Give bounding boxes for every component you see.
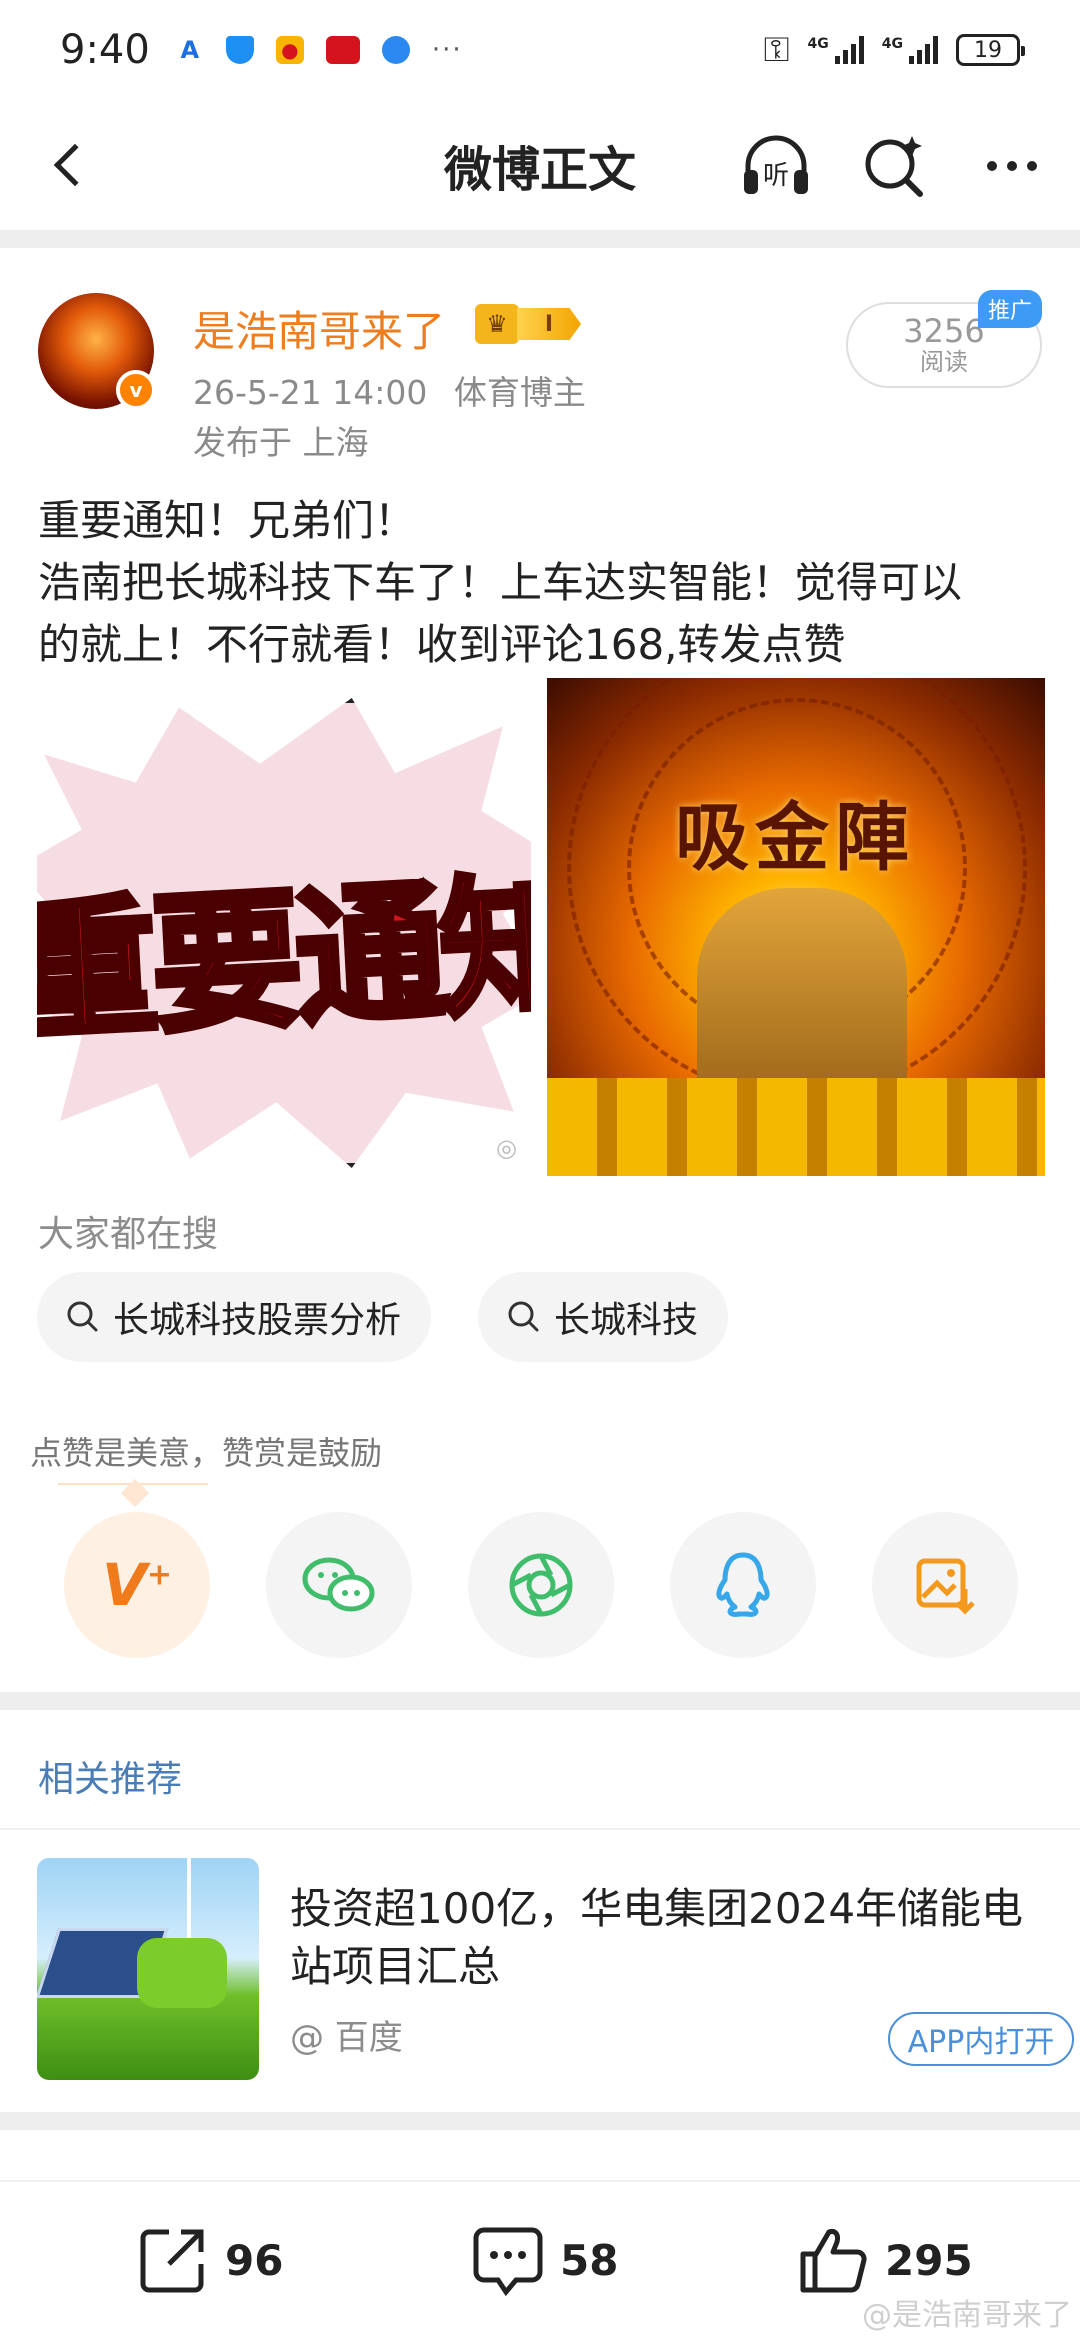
weibo-watermark-icon: ◎ — [496, 1134, 517, 1162]
search-button[interactable] — [856, 128, 932, 204]
open-in-app-button[interactable]: APP内打开 — [888, 2012, 1074, 2066]
system-status: ⚿ 4G 4G 19 — [763, 30, 1025, 70]
related-source: @ 百度 — [290, 2018, 403, 2058]
comment-button[interactable]: 58 — [470, 2222, 618, 2298]
reward-hint: 点赞是美意，赞赏是鼓励 — [30, 1434, 383, 1472]
nav-bar: 微博正文 听 — [0, 100, 1080, 230]
search-icon — [508, 1301, 539, 1332]
clock: 9:40 — [60, 27, 150, 73]
post-line: 的就上！不行就看！收到评论168,转发点赞 — [38, 620, 846, 669]
author-watermark: @是浩南哥来了 — [862, 2298, 1072, 2333]
wind-turbine — [187, 1858, 191, 1948]
battery-icon: 19 — [956, 34, 1025, 66]
search-icon — [67, 1301, 98, 1332]
divider — [0, 1828, 1080, 1830]
repost-count: 96 — [225, 2235, 284, 2285]
thumbs-up-icon — [800, 2229, 867, 2293]
status-bar: 9:40 A ● ··· ⚿ 4G 4G 19 — [0, 0, 1080, 100]
comment-icon — [473, 2227, 543, 2297]
signal-icon-1: 4G — [808, 36, 864, 64]
news-icon — [325, 36, 360, 64]
share-moments-button[interactable] — [468, 1512, 614, 1658]
key-icon: ⚿ — [763, 30, 790, 70]
related-thumbnail[interactable] — [37, 1858, 259, 2080]
post-meta: 26-5-21 14:00 体育博主 — [193, 366, 586, 414]
search-icon — [865, 136, 923, 197]
wechat-icon — [302, 1557, 375, 1612]
nav-actions: 听 — [738, 128, 1050, 204]
back-button[interactable] — [34, 130, 104, 200]
vip-level: I — [517, 308, 581, 340]
section-divider — [0, 1692, 1080, 1710]
shield-icon — [225, 36, 254, 64]
signal-icon-2: 4G — [882, 36, 938, 64]
related-section-title: 相关推荐 — [38, 1759, 183, 1800]
search-chip[interactable]: 长城科技 — [478, 1272, 729, 1362]
gold-ingots — [547, 1078, 1045, 1176]
post-image-notice[interactable]: 重要通知 — [37, 678, 531, 1176]
vip-badge[interactable]: ♛ I — [475, 303, 589, 345]
post-time: 26-5-21 14:00 — [193, 373, 428, 412]
search-chip-label: 长城科技股票分析 — [113, 1300, 402, 1341]
repost-icon — [140, 2229, 204, 2293]
share-wechat-button[interactable] — [266, 1512, 412, 1658]
save-image-button[interactable] — [872, 1512, 1018, 1658]
like-button[interactable]: 295 — [795, 2222, 973, 2298]
search-chip[interactable]: 长城科技股票分析 — [37, 1272, 432, 1362]
notice-image-text: 重要通知 — [37, 855, 531, 1065]
search-hint: 大家都在搜 — [38, 1214, 219, 1255]
promo-tag: 推广 — [978, 290, 1042, 328]
post-body: 重要通知！兄弟们！ 浩南把长城科技下车了！上车达实智能！觉得可以 的就上！不行就… — [38, 490, 1048, 676]
save-image-icon — [916, 1558, 975, 1615]
read-label: 阅读 — [920, 348, 968, 376]
headphones-icon: 听 — [744, 135, 808, 194]
reward-button[interactable]: V+ — [64, 1512, 210, 1658]
notification-icons: A ● ··· — [176, 35, 463, 65]
post-image-fortune[interactable]: 吸金陣 — [547, 678, 1045, 1176]
share-qq-button[interactable] — [670, 1512, 816, 1658]
related-headline[interactable]: 投资超100亿，华电集团2024年储能电站项目汇总 — [290, 1880, 1060, 1996]
weibo-post-page: 9:40 A ● ··· ⚿ 4G 4G 19 微博正文 听 v 是浩南哥来了 … — [0, 0, 1080, 2340]
comment-count: 58 — [560, 2235, 619, 2285]
more-button[interactable] — [974, 128, 1050, 204]
moments-icon — [509, 1553, 573, 1617]
more-dots-icon — [987, 161, 1037, 171]
section-divider — [0, 230, 1080, 248]
post-line: 浩南把长城科技下车了！上车达实智能！觉得可以 — [38, 558, 963, 607]
page-title: 微博正文 — [443, 142, 636, 198]
post-location: 发布于 上海 — [193, 423, 369, 462]
a-app-icon: A — [180, 36, 200, 64]
weibo-icon: ● — [275, 36, 304, 64]
globe-icon — [381, 36, 410, 64]
back-arrow-icon — [53, 143, 97, 187]
battery-level: 19 — [974, 37, 1002, 63]
qq-icon — [716, 1552, 770, 1617]
author-role: 体育博主 — [453, 373, 586, 412]
listen-button[interactable]: 听 — [738, 128, 814, 204]
author-name[interactable]: 是浩南哥来了 — [193, 298, 445, 359]
section-divider — [0, 2112, 1080, 2130]
reward-icon: V+ — [101, 1551, 173, 1619]
crown-icon: ♛ — [475, 304, 519, 344]
like-count: 295 — [885, 2235, 973, 2285]
search-chip-label: 长城科技 — [554, 1300, 699, 1341]
green-plug — [137, 1938, 227, 2008]
post-line: 重要通知！兄弟们！ — [38, 496, 417, 545]
repost-button[interactable]: 96 — [135, 2222, 283, 2298]
read-count: 3256 — [903, 312, 985, 350]
verified-badge-icon: v — [116, 370, 156, 410]
svg-text:听: 听 — [763, 161, 789, 191]
more-notifications-icon: ··· — [431, 35, 463, 65]
fortune-image-text: 吸金陣 — [675, 795, 915, 881]
